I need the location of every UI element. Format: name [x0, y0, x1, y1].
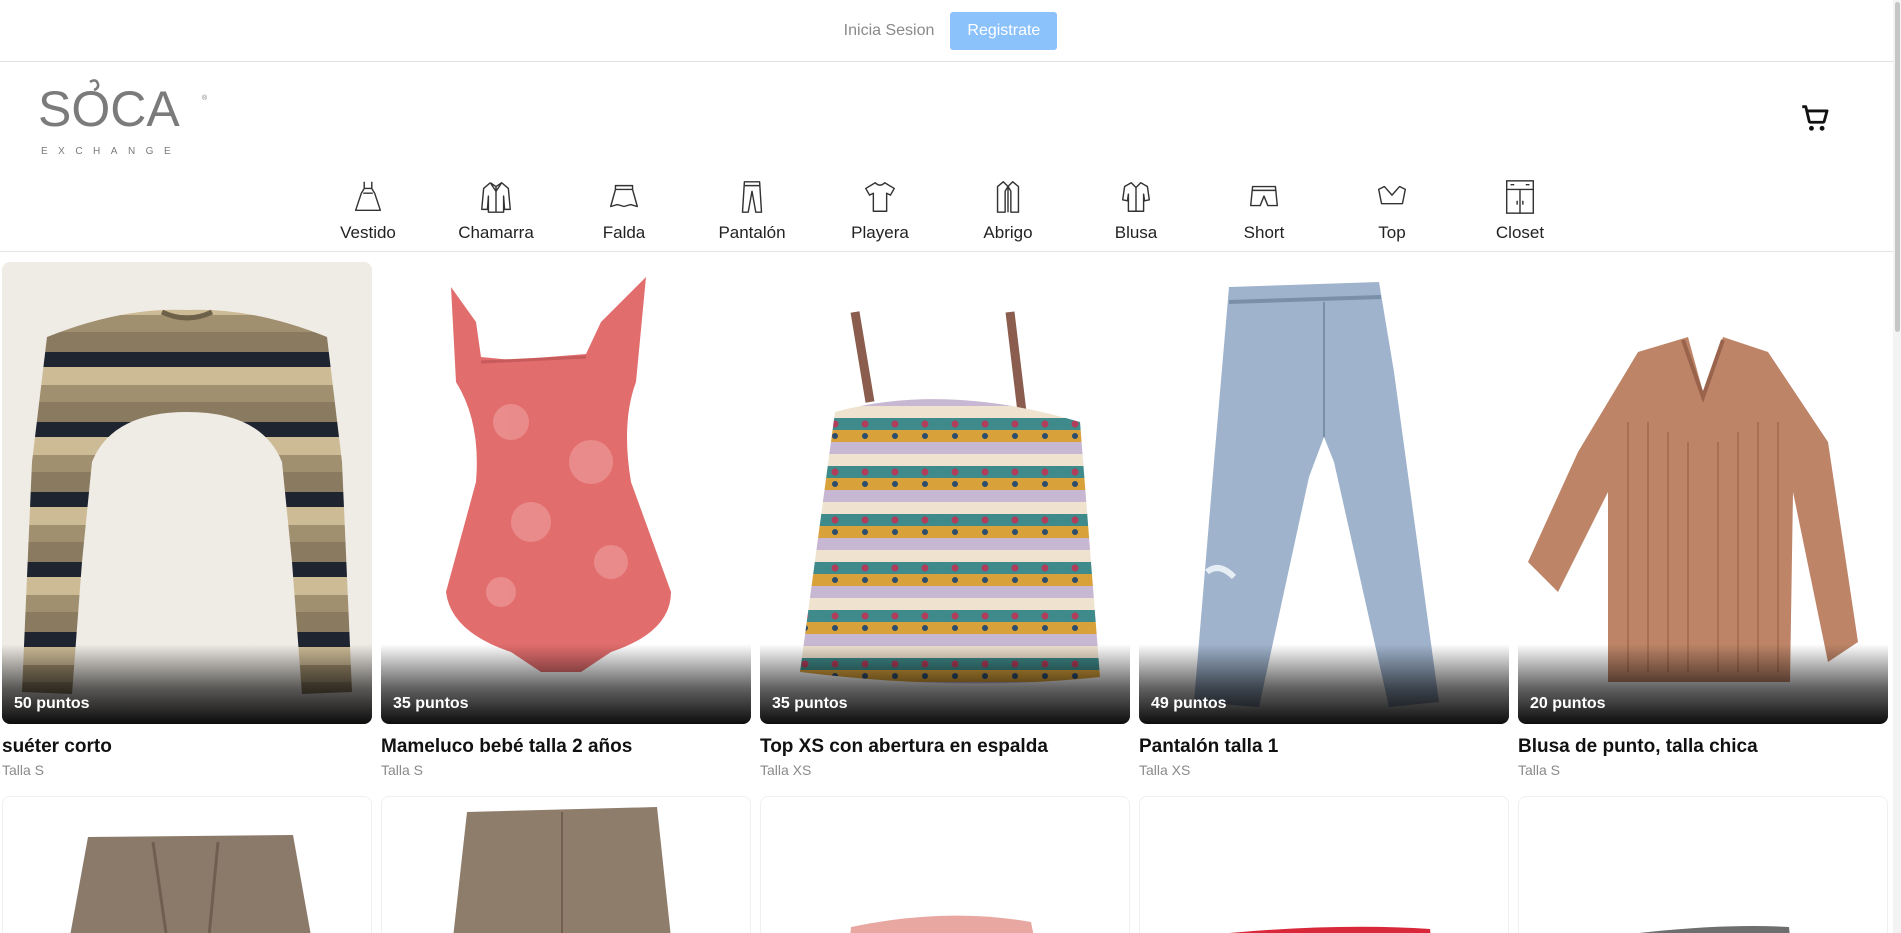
product-size: Talla XS: [760, 762, 812, 778]
logo-word: SOCA: [38, 81, 180, 137]
category-nav: Vestido Chamarra Falda Pantalón Playera …: [0, 170, 1893, 252]
category-label: Top: [1378, 223, 1406, 242]
product-card[interactable]: 35 puntos Mameluco bebé talla 2 años Tal…: [381, 262, 751, 778]
category-top[interactable]: Top: [1332, 178, 1452, 250]
category-pantalon[interactable]: Pantalón: [692, 178, 812, 250]
blouse-icon: [1121, 182, 1151, 212]
product-card-partial[interactable]: [1139, 796, 1509, 933]
category-label: Falda: [602, 223, 646, 242]
brown-skirt-image: [453, 807, 671, 933]
points-badge: 35 puntos: [772, 695, 848, 712]
brown-shorts-image: [70, 835, 311, 933]
product-card[interactable]: 20 puntos Blusa de punto, talla chica Ta…: [1518, 262, 1888, 778]
category-label: Playera: [851, 223, 909, 242]
category-label: Abrigo: [983, 223, 1033, 242]
category-label: Closet: [1495, 223, 1545, 242]
category-abrigo[interactable]: Abrigo: [948, 178, 1068, 250]
product-title[interactable]: Mameluco bebé talla 2 años: [381, 736, 751, 758]
product-size: Talla S: [1518, 762, 1561, 778]
points-badge: 49 puntos: [1151, 695, 1227, 712]
product-card[interactable]: 50 puntos suéter corto Talla S: [2, 262, 372, 778]
category-chamarra[interactable]: Chamarra: [436, 178, 556, 250]
product-card-partial[interactable]: [2, 796, 372, 933]
top-auth-bar: Inicia Sesion Registrate: [0, 0, 1901, 62]
category-label: Short: [1243, 223, 1285, 242]
product-image[interactable]: 35 puntos: [760, 262, 1130, 724]
product-image[interactable]: 50 puntos: [2, 262, 372, 724]
product-title[interactable]: Pantalón talla 1: [1139, 736, 1509, 758]
category-label: Blusa: [1114, 223, 1158, 242]
category-label: Chamarra: [458, 223, 534, 242]
closet-icon: [1505, 180, 1535, 214]
cart-icon: [1802, 105, 1829, 131]
jacket-icon: [481, 182, 511, 213]
cart-button[interactable]: [1798, 101, 1832, 135]
product-size: Talla S: [2, 762, 45, 778]
category-label: Pantalón: [718, 223, 786, 242]
shorts-icon: [1249, 185, 1279, 207]
red-garment-image: [1229, 926, 1431, 933]
product-size: Talla S: [381, 762, 424, 778]
category-closet[interactable]: Closet: [1460, 178, 1580, 250]
coat-icon: [996, 181, 1020, 213]
scrollbar-thumb[interactable]: [1895, 2, 1900, 332]
product-card-partial[interactable]: [1518, 796, 1888, 933]
skirt-icon: [609, 184, 639, 208]
login-link[interactable]: Inicia Sesion: [844, 22, 935, 40]
soca-logo-icon: SOCA ® EXCHANGE: [38, 79, 208, 157]
product-title[interactable]: Blusa de punto, talla chica: [1518, 736, 1888, 758]
product-card-partial[interactable]: [760, 796, 1130, 933]
pink-floral-image: [850, 915, 1034, 933]
svg-text:®: ®: [202, 94, 208, 102]
logo-tagline: EXCHANGE: [41, 146, 181, 157]
pants-icon: [741, 181, 763, 213]
product-image[interactable]: 35 puntos: [381, 262, 751, 724]
points-badge: 50 puntos: [14, 695, 90, 712]
product-card[interactable]: 49 puntos Pantalón talla 1 Talla XS: [1139, 262, 1509, 778]
category-falda[interactable]: Falda: [564, 178, 684, 250]
product-title[interactable]: Top XS con abertura en espalda: [760, 736, 1130, 758]
product-image[interactable]: 49 puntos: [1139, 262, 1509, 724]
category-blusa[interactable]: Blusa: [1076, 178, 1196, 250]
tshirt-icon: [865, 182, 895, 212]
category-short[interactable]: Short: [1204, 178, 1324, 250]
gray-garment-image: [1638, 926, 1790, 933]
category-vestido[interactable]: Vestido: [308, 178, 428, 250]
product-image[interactable]: 20 puntos: [1518, 262, 1888, 724]
top-icon: [1377, 185, 1407, 205]
product-card[interactable]: 35 puntos Top XS con abertura en espalda…: [760, 262, 1130, 778]
category-label: Vestido: [340, 223, 396, 242]
register-button[interactable]: Registrate: [950, 11, 1058, 50]
page-scrollbar[interactable]: [1893, 0, 1901, 933]
points-badge: 20 puntos: [1530, 695, 1606, 712]
product-size: Talla XS: [1139, 762, 1191, 778]
product-title[interactable]: suéter corto: [2, 736, 372, 758]
category-playera[interactable]: Playera: [820, 178, 940, 250]
dress-icon: [354, 181, 382, 212]
brand-logo[interactable]: SOCA ® EXCHANGE: [38, 78, 208, 160]
product-card-partial[interactable]: [381, 796, 751, 933]
points-badge: 35 puntos: [393, 695, 469, 712]
